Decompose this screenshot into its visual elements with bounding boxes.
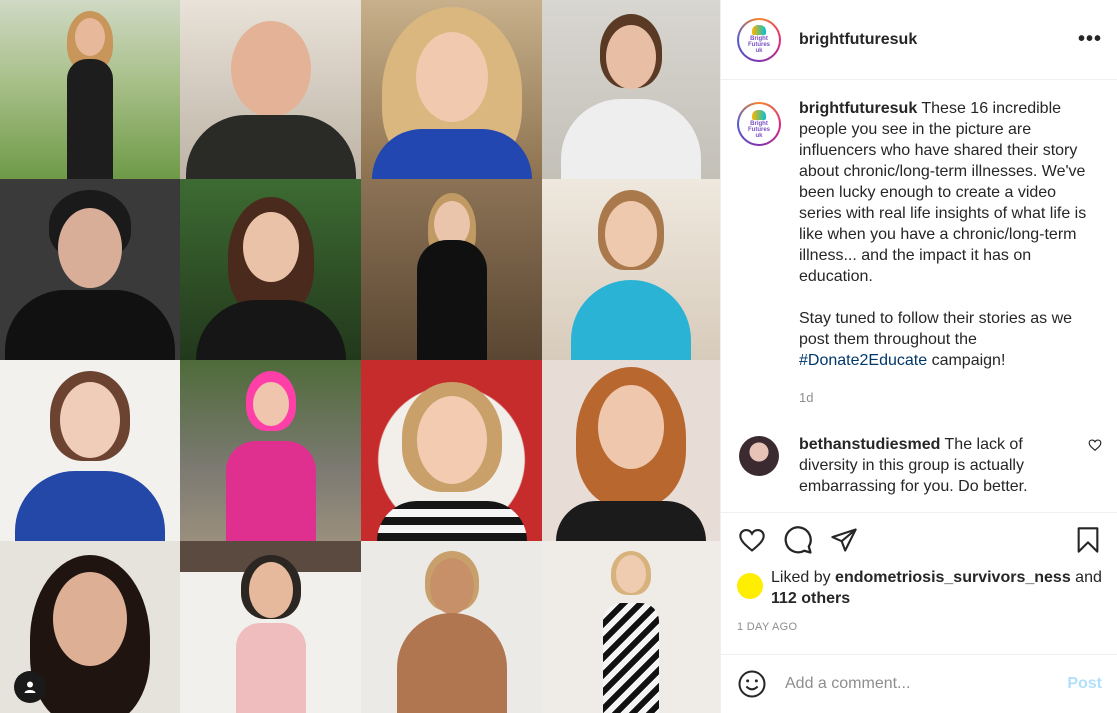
photo-tile (0, 179, 180, 360)
tagged-user-badge[interactable] (14, 671, 46, 703)
likes-and: and (1075, 569, 1102, 586)
comment-icon[interactable] (783, 525, 813, 555)
logo-heart-icon (752, 25, 766, 35)
caption-text: These 16 incredible people you see in th… (799, 100, 1087, 285)
add-comment-bar: Add a comment... Post (721, 654, 1117, 713)
photo-tile (180, 0, 361, 179)
author-username[interactable]: brightfuturesuk (799, 31, 917, 49)
photo-tile (542, 0, 720, 179)
photo-tile (0, 0, 180, 179)
hashtag-link[interactable]: #Donate2Educate (799, 352, 927, 369)
brand-logo: Bright Futures uk (739, 104, 779, 144)
user-icon (24, 681, 36, 693)
photo-tile (180, 179, 361, 360)
photo-tile (542, 360, 720, 541)
action-icons (737, 525, 1102, 555)
post-header: Bright Futures uk brightfuturesuk ••• (721, 0, 1117, 80)
commenter-avatar[interactable] (739, 436, 779, 476)
comment-input[interactable]: Add a comment... (785, 675, 910, 693)
likes-text: Liked by endometriosis_survivors_ness an… (771, 567, 1102, 609)
post-image-grid[interactable] (0, 0, 720, 713)
comment-like-icon[interactable] (1088, 438, 1102, 452)
logo-line3: uk (755, 48, 763, 54)
logo-heart-icon (752, 109, 766, 120)
caption-body: brightfuturesuk These 16 incredible peop… (799, 98, 1089, 408)
caption-avatar[interactable]: Bright Futures uk (737, 102, 781, 146)
post-details-panel: Bright Futures uk brightfuturesuk ••• Br… (720, 0, 1117, 713)
post-caption: Bright Futures uk brightfuturesuk These … (737, 98, 1102, 408)
caption-username[interactable]: brightfuturesuk (799, 100, 917, 117)
photo-tile (180, 360, 361, 541)
photo-tile (361, 179, 542, 360)
post-comment-button[interactable]: Post (1067, 675, 1102, 693)
comments-area: Bright Futures uk brightfuturesuk These … (721, 80, 1117, 512)
post-timestamp[interactable]: 1 DAY AGO (737, 621, 1102, 633)
likes-others[interactable]: 112 others (771, 590, 850, 607)
caption-text-continued: Stay tuned to follow their stories as we… (799, 310, 1073, 348)
comment-item: bethanstudiesmed The lack of diversity i… (737, 434, 1102, 497)
liker-username[interactable]: endometriosis_survivors_ness (835, 569, 1071, 586)
photo-tile (0, 360, 180, 541)
brand-logo: Bright Futures uk (739, 19, 779, 60)
liker-avatar[interactable] (737, 573, 763, 599)
caption-text-end: campaign! (931, 352, 1006, 369)
photo-tile (542, 179, 720, 360)
bookmark-icon[interactable] (1074, 525, 1102, 555)
photo-tile (180, 541, 361, 713)
post-actions: Liked by endometriosis_survivors_ness an… (721, 512, 1117, 633)
heart-icon[interactable] (737, 526, 767, 554)
likes-prefix: Liked by (771, 569, 831, 586)
caption-timestamp[interactable]: 1d (799, 387, 1089, 408)
author-avatar[interactable]: Bright Futures uk (737, 17, 781, 62)
photo-tile (542, 541, 720, 713)
emoji-icon[interactable] (737, 669, 767, 699)
comment-body: bethanstudiesmed The lack of diversity i… (799, 434, 1055, 497)
share-icon[interactable] (829, 526, 859, 554)
photo-tile (361, 360, 542, 541)
likes-summary: Liked by endometriosis_survivors_ness an… (737, 567, 1102, 609)
commenter-username[interactable]: bethanstudiesmed (799, 436, 940, 453)
logo-line3: uk (755, 132, 763, 139)
photo-tile (361, 0, 542, 179)
more-icon[interactable]: ••• (1078, 28, 1102, 51)
photo-tile (361, 541, 542, 713)
